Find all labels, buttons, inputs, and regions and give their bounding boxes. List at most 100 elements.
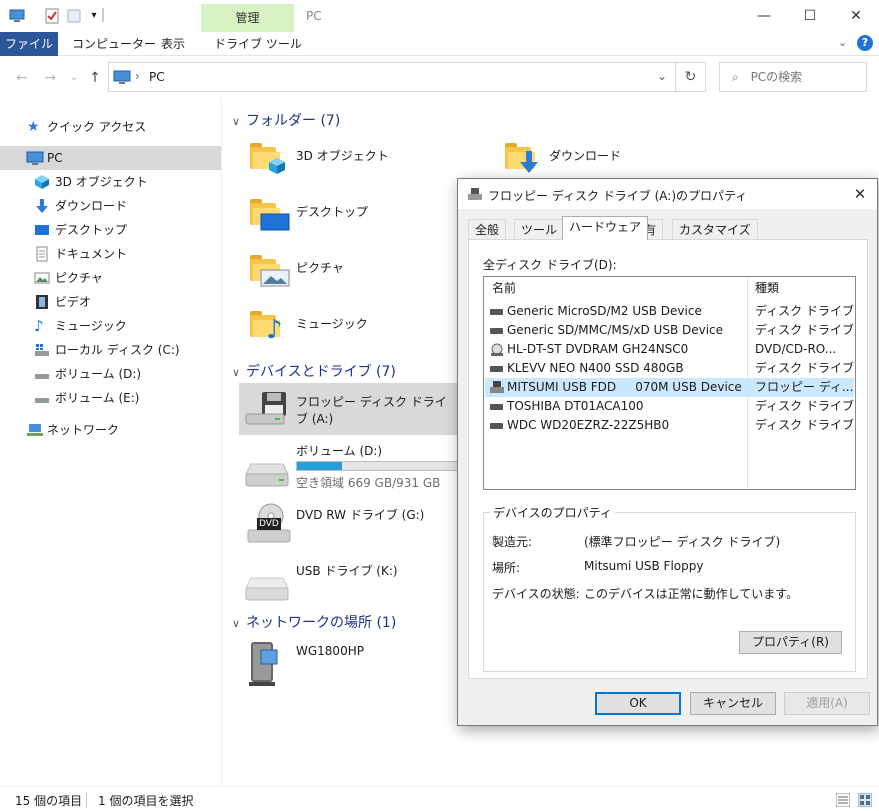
sidebar-item-label: ネットワーク <box>47 423 120 437</box>
sidebar-item-volume-d[interactable]: ボリューム (D:) <box>0 362 221 386</box>
device-label: USB ドライブ (K:) <box>296 564 398 578</box>
properties-button[interactable]: プロパティ(R) <box>739 631 842 654</box>
list-item[interactable]: KLEVV NEO N400 SSD 480GB ディスク ドライブ <box>485 359 854 378</box>
disk-drive-list[interactable]: 名前 種類 Generic MicroSD/M2 USB Device ディスク… <box>483 276 856 490</box>
network-item-wg1800hp[interactable]: WG1800HP <box>239 636 461 688</box>
folder-pictures[interactable]: ピクチャ <box>248 247 448 299</box>
column-header-type[interactable]: 種類 <box>755 277 779 299</box>
manufacturer-label: 製造元: <box>492 535 533 549</box>
new-folder-icon[interactable] <box>66 8 82 24</box>
sidebar-item-label: ミュージック <box>55 319 127 333</box>
toolbar-divider <box>102 8 104 22</box>
help-icon[interactable]: ? <box>857 35 873 51</box>
tab-tools[interactable]: ツール <box>514 219 565 240</box>
details-view-icon[interactable] <box>835 792 851 810</box>
chevron-down-icon: ∨ <box>232 366 241 379</box>
device-label: フロッピー ディスク ドライブ (A:) <box>296 395 447 426</box>
drive-icon <box>34 366 50 382</box>
manufacturer-value: (標準フロッピー ディスク ドライブ) <box>584 535 781 549</box>
list-item[interactable]: HL-DT-ST DVDRAM GH24NSC0 DVD/CD-RO... <box>485 340 854 359</box>
list-item[interactable]: TOSHIBA DT01ACA100 ディスク ドライブ <box>485 397 854 416</box>
properties-checkmark-icon[interactable] <box>44 8 60 24</box>
search-placeholder: PCの検索 <box>750 70 803 84</box>
tab-view[interactable]: 表示 <box>151 32 195 56</box>
devices-group-header[interactable]: ∨ デバイスとドライブ (7) <box>232 361 396 381</box>
device-type: ディスク ドライブ <box>755 418 854 432</box>
expand-ribbon-icon[interactable]: ⌄ <box>838 36 847 49</box>
sidebar-item-local-disk-c[interactable]: ローカル ディスク (C:) <box>0 338 221 362</box>
apply-button[interactable]: 適用(A) <box>784 692 870 715</box>
sidebar-item-volume-e[interactable]: ボリューム (E:) <box>0 386 221 410</box>
sidebar-item-documents[interactable]: ドキュメント <box>0 242 221 266</box>
ok-button[interactable]: OK <box>595 692 681 715</box>
folders-group-header[interactable]: ∨ フォルダー (7) <box>232 110 340 130</box>
address-bar[interactable]: › PC ⌄ <box>108 62 676 92</box>
recent-dropdown-icon[interactable]: ⌄ <box>64 68 84 88</box>
device-name: HL-DT-ST DVDRAM GH24NSC0 <box>507 342 689 356</box>
column-header-name[interactable]: 名前 <box>492 277 516 299</box>
list-item[interactable]: WDC WD20EZRZ-22Z5HB0 ディスク ドライブ <box>485 416 854 435</box>
tab-file[interactable]: ファイル <box>0 32 58 56</box>
sidebar-item-quick-access[interactable]: ★ クイック アクセス <box>0 115 221 139</box>
floppy-disk-icon <box>468 188 482 204</box>
tab-general[interactable]: 全般 <box>468 219 507 240</box>
folder-label: ミュージック <box>296 317 368 331</box>
customize-toolbar-icon[interactable]: ▾ <box>86 8 102 24</box>
location-value: Mitsumi USB Floppy <box>584 559 704 573</box>
sidebar-item-pc[interactable]: PC <box>0 146 221 170</box>
computer-icon <box>113 69 131 88</box>
folder-3d-objects[interactable]: 3D オブジェクト <box>248 135 448 187</box>
sidebar-item-label: ビデオ <box>55 295 92 309</box>
sidebar-item-network[interactable]: ネットワーク <box>0 418 221 442</box>
sidebar-item-videos[interactable]: ビデオ <box>0 290 221 314</box>
sidebar-item-music[interactable]: ♪ ミュージック <box>0 314 221 338</box>
refresh-button[interactable]: ↻ <box>676 62 706 92</box>
tab-drive-tools[interactable]: ドライブ ツール <box>204 32 312 56</box>
drive-icon <box>245 413 285 425</box>
device-status-value: このデバイスは正常に動作しています。 <box>584 587 799 601</box>
title-bar: ▾ 管理 PC — ☐ ✕ <box>0 0 879 32</box>
search-icon: ⌕ <box>732 70 739 84</box>
properties-dialog: フロッピー ディスク ドライブ (A:)のプロパティ ✕ 全般 ツール ハードウ… <box>457 178 878 726</box>
sidebar-item-3d-objects[interactable]: 3D オブジェクト <box>0 170 221 194</box>
device-floppy-a[interactable]: フロッピー ディスク ドライブ (A:) <box>239 383 458 435</box>
tab-hardware[interactable]: ハードウェア <box>562 216 649 240</box>
tab-customize[interactable]: カスタマイズ <box>672 219 758 240</box>
sidebar-item-pictures[interactable]: ピクチャ <box>0 266 221 290</box>
address-history-icon[interactable]: ⌄ <box>657 69 667 83</box>
breadcrumb-pc[interactable]: PC <box>149 70 165 84</box>
sidebar-item-desktop[interactable]: デスクトップ <box>0 218 221 242</box>
device-name: Generic SD/MMC/MS/xD USB Device <box>507 323 724 337</box>
sidebar-item-downloads[interactable]: ダウンロード <box>0 194 221 218</box>
star-icon: ★ <box>27 119 40 135</box>
dvd-badge: DVD <box>257 518 281 530</box>
minimize-button[interactable]: — <box>741 0 787 32</box>
desktop-icon <box>34 222 50 238</box>
search-input[interactable]: ⌕ PCの検索 <box>719 62 867 92</box>
network-group-header[interactable]: ∨ ネットワークの場所 (1) <box>232 612 396 632</box>
windows-drive-icon <box>34 342 50 358</box>
cancel-button[interactable]: キャンセル <box>690 692 776 715</box>
close-button[interactable]: ✕ <box>833 0 879 32</box>
list-item-selected[interactable]: MITSUMI USB FDD 070M USB Device フロッピー ディ… <box>485 378 854 397</box>
sidebar-item-label: デスクトップ <box>55 223 128 237</box>
dialog-close-button[interactable]: ✕ <box>843 179 877 209</box>
disk-drive-icon <box>490 423 503 429</box>
up-arrow-icon[interactable]: ↑ <box>85 68 105 88</box>
dialog-title-bar[interactable]: フロッピー ディスク ドライブ (A:)のプロパティ ✕ <box>458 179 877 209</box>
list-item[interactable]: Generic SD/MMC/MS/xD USB Device ディスク ドライ… <box>485 321 854 340</box>
device-dvd-g[interactable]: DVD DVD RW ドライブ (G:) <box>239 498 461 550</box>
maximize-button[interactable]: ☐ <box>787 0 833 32</box>
forward-arrow-icon[interactable]: → <box>40 68 60 88</box>
back-arrow-icon[interactable]: ← <box>12 68 32 88</box>
folder-desktop[interactable]: デスクトップ <box>248 191 448 243</box>
device-label: WG1800HP <box>296 644 364 658</box>
device-usb-k[interactable]: USB ドライブ (K:) <box>239 556 461 608</box>
manage-tab[interactable]: 管理 <box>201 4 294 32</box>
large-icons-view-icon[interactable] <box>857 792 873 810</box>
list-item[interactable]: Generic MicroSD/M2 USB Device ディスク ドライブ <box>485 302 854 321</box>
drive-icon <box>245 463 289 487</box>
cube-icon <box>269 158 285 174</box>
picture-icon <box>34 270 50 286</box>
folder-music[interactable]: ♪ ミュージック <box>248 303 448 355</box>
